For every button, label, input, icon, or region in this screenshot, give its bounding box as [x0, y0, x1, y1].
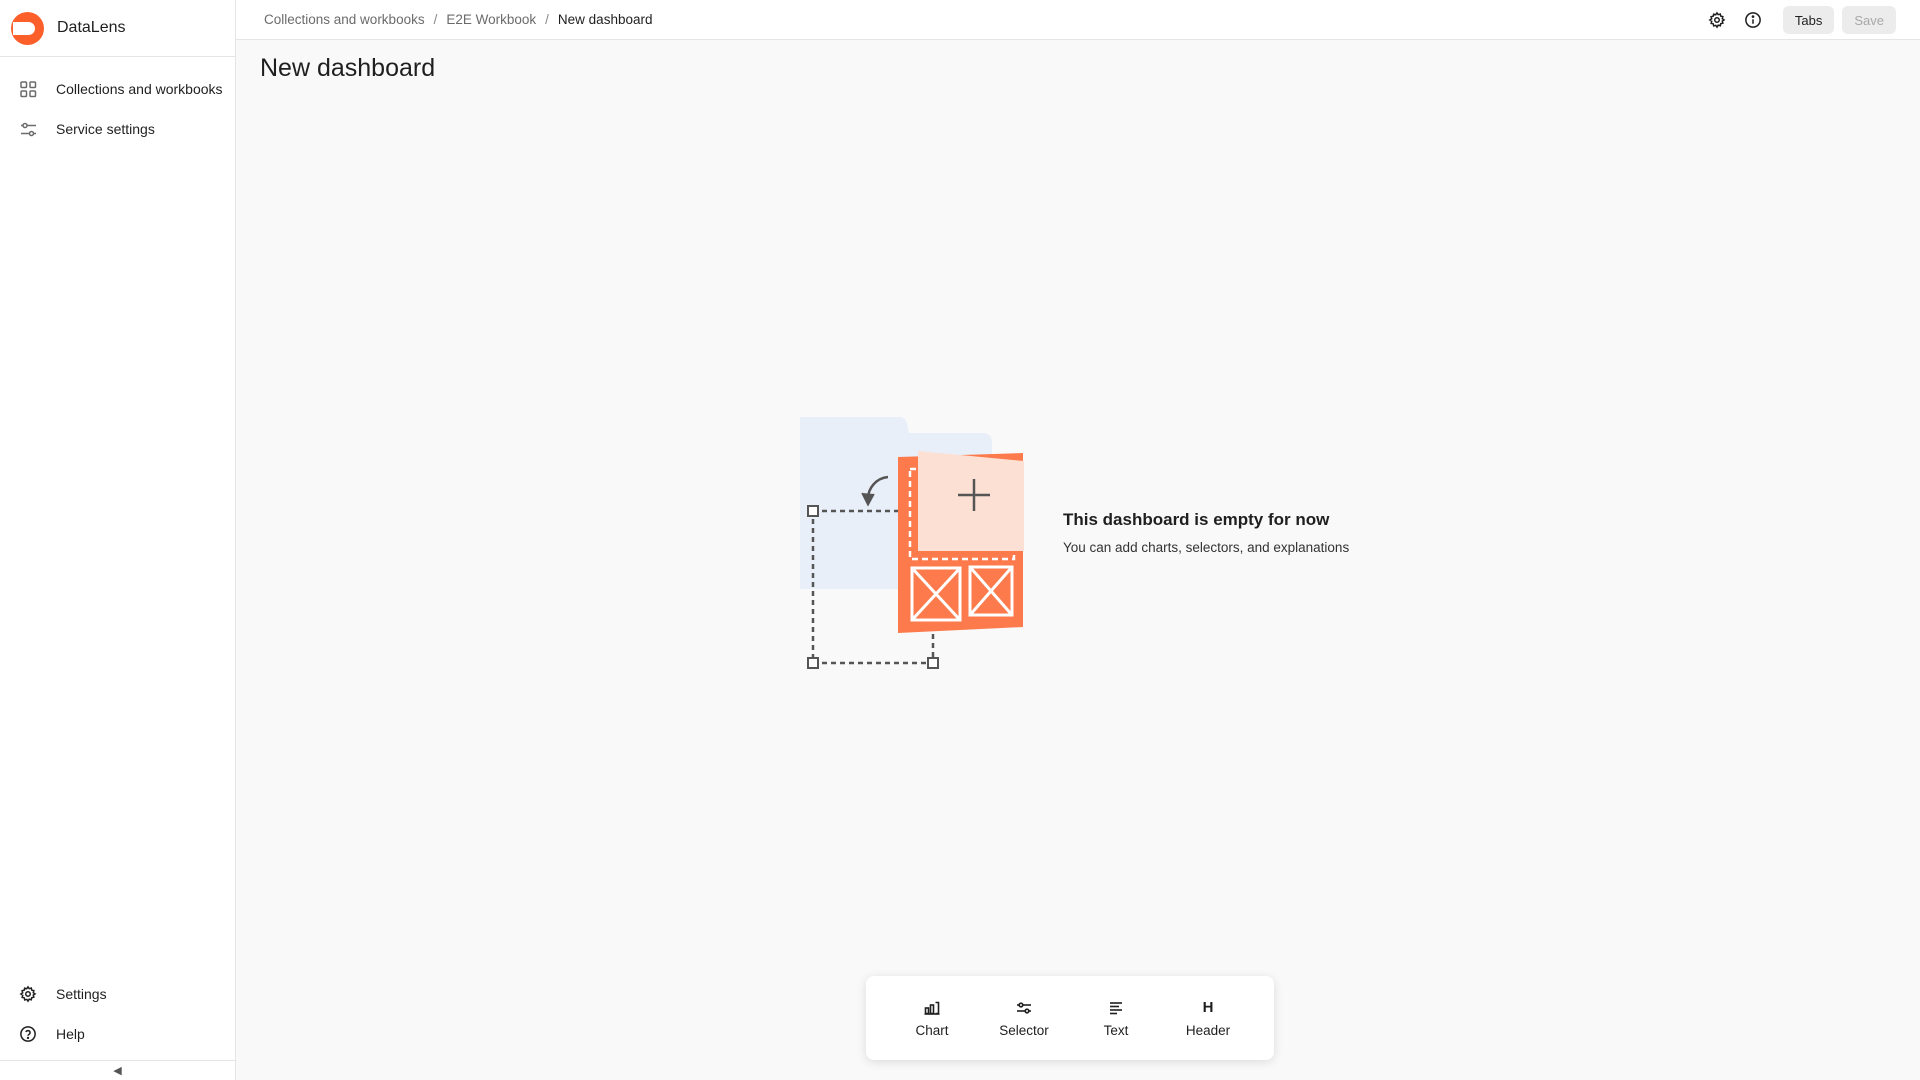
add-selector-button[interactable]: Selector: [984, 988, 1064, 1048]
empty-dashboard-illustration: [790, 415, 1030, 675]
gear-icon: [18, 984, 38, 1004]
datalens-logo-icon[interactable]: [11, 11, 44, 45]
header-actions: Tabs Save: [1703, 0, 1896, 40]
breadcrumb-item[interactable]: Collections and workbooks: [264, 12, 425, 27]
breadcrumb-current: New dashboard: [557, 12, 653, 27]
settings-gear-icon[interactable]: [1703, 6, 1731, 34]
text-icon: [1109, 999, 1123, 1017]
sidebar-collapse-button[interactable]: ◀: [0, 1060, 235, 1080]
add-header-button[interactable]: H Header: [1168, 988, 1248, 1048]
sidebar-item-label: Collections and workbooks: [56, 81, 223, 97]
sidebar-item-collections[interactable]: Collections and workbooks: [0, 69, 235, 109]
info-icon[interactable]: [1739, 6, 1767, 34]
chart-icon: [924, 999, 940, 1017]
toolbar-item-label: Chart: [915, 1022, 949, 1038]
breadcrumb-separator: /: [433, 12, 438, 27]
sliders-icon: [18, 119, 38, 139]
sidebar-nav: Collections and workbooks Service settin…: [0, 57, 235, 149]
sidebar-item-service-settings[interactable]: Service settings: [0, 109, 235, 149]
collapse-arrow-icon: ◀: [113, 1065, 122, 1077]
add-widget-toolbar: Chart Selector Text H Header: [866, 976, 1274, 1060]
app-name: DataLens: [57, 19, 126, 36]
help-circle-icon: [18, 1024, 38, 1044]
empty-state-subtitle: You can add charts, selectors, and expla…: [1063, 540, 1350, 555]
sidebar-bottom: Settings Help: [0, 974, 235, 1054]
header-icon: H: [1202, 999, 1214, 1016]
sidebar: DataLens Collections and workbooks Servi…: [0, 0, 236, 1080]
sidebar-item-help[interactable]: Help: [0, 1014, 235, 1054]
logo-row[interactable]: DataLens: [0, 0, 235, 57]
sidebar-item-label: Help: [56, 1026, 85, 1042]
page-title: New dashboard: [260, 54, 436, 82]
grid-icon: [18, 79, 38, 99]
add-text-button[interactable]: Text: [1076, 988, 1156, 1048]
sidebar-item-settings[interactable]: Settings: [0, 974, 235, 1014]
breadcrumb-separator: /: [545, 12, 549, 27]
sidebar-item-label: Service settings: [56, 121, 155, 137]
breadcrumb-item[interactable]: E2E Workbook: [446, 12, 536, 27]
tabs-button[interactable]: Tabs: [1782, 6, 1835, 34]
toolbar-item-label: Selector: [999, 1022, 1049, 1038]
breadcrumb: Collections and workbooks / E2E Workbook…: [264, 12, 652, 27]
save-button[interactable]: Save: [1842, 6, 1896, 34]
empty-state: This dashboard is empty for now You can …: [1063, 510, 1349, 555]
sidebar-item-label: Settings: [56, 986, 107, 1002]
toolbar-item-label: Text: [1103, 1022, 1129, 1038]
selector-icon: [1016, 999, 1032, 1017]
empty-state-title: This dashboard is empty for now: [1063, 510, 1330, 529]
toolbar-item-label: Header: [1185, 1022, 1231, 1038]
top-bar: Collections and workbooks / E2E Workbook…: [236, 0, 1920, 40]
add-chart-button[interactable]: Chart: [892, 988, 972, 1048]
